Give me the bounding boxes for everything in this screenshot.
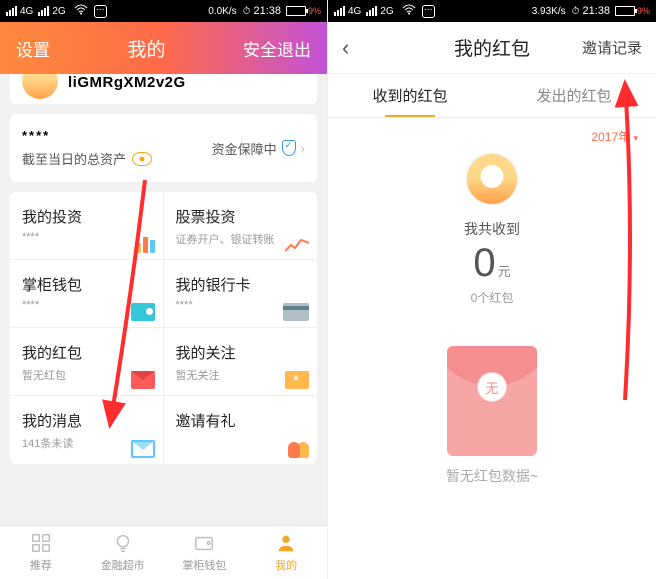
cell-title: 我的关注: [176, 342, 306, 363]
cell-title: 我的消息: [22, 410, 151, 431]
network-label-2: 2G: [52, 6, 65, 17]
cell-red-packet[interactable]: 我的红包 暂无红包: [10, 328, 164, 396]
status-bar: 4G 2G 0.0K/s ⏱ 21:38 9%: [0, 0, 327, 22]
tab-bar: 推荐 金融超市 掌柜钱包 我的: [0, 525, 327, 579]
mail-icon: [131, 440, 155, 458]
alarm-icon: ⏱: [243, 6, 251, 17]
asset-label: 截至当日的总资产: [22, 149, 126, 168]
envelope-icon: [131, 371, 155, 389]
avatar-icon: [22, 74, 58, 99]
card-icon: [283, 303, 309, 321]
asset-card[interactable]: **** 截至当日的总资产 资金保障中 ›: [10, 114, 317, 182]
signal-icon-2: [38, 6, 49, 16]
tab-market[interactable]: 金融超市: [82, 526, 164, 579]
feature-grid: 我的投资 **** 股票投资 证券开户、银证转账 掌柜钱包 **** 我的银行卡…: [10, 192, 317, 464]
tab-label: 我的: [275, 557, 297, 573]
cell-bank-card[interactable]: 我的银行卡 ****: [164, 260, 318, 328]
trend-icon: [285, 237, 309, 253]
alarm-icon: ⏱: [572, 6, 580, 17]
cell-my-invest[interactable]: 我的投资 ****: [10, 192, 164, 260]
net-speed: 0.0K/s: [208, 6, 236, 17]
lightbulb-icon: [112, 532, 134, 554]
wallet-icon: [131, 303, 155, 321]
back-icon[interactable]: ‹: [342, 35, 349, 61]
tab-mine[interactable]: 我的: [245, 526, 327, 579]
battery-icon: [286, 6, 306, 16]
folder-star-icon: [285, 371, 309, 389]
network-label-1: 4G: [20, 6, 33, 17]
asset-amount-hidden: ****: [22, 128, 152, 143]
summary-block: 我共收到 0元 0个红包: [328, 147, 656, 326]
header: ‹ 我的红包 邀请记录: [328, 22, 656, 74]
seg-sent[interactable]: 发出的红包: [492, 74, 656, 117]
cell-title: 股票投资: [176, 206, 306, 227]
packet-count: 0个红包: [328, 289, 656, 306]
battery-icon: [615, 6, 635, 16]
grid-icon: [30, 532, 52, 554]
seg-received[interactable]: 收到的红包: [328, 74, 492, 117]
username: liGMRgXM2v2G: [68, 74, 186, 91]
amount-value: 0: [473, 241, 495, 285]
cell-title: 掌柜钱包: [22, 274, 151, 295]
guard-label: 资金保障中: [212, 139, 277, 158]
shield-icon: [282, 140, 296, 156]
wallet-tab-icon: [193, 532, 215, 554]
cell-title: 邀请有礼: [176, 410, 306, 431]
invite-log-link[interactable]: 邀请记录: [582, 37, 642, 58]
battery-pct: 9%: [637, 6, 650, 16]
amount-unit: 元: [498, 264, 511, 279]
network-label-2: 2G: [380, 6, 393, 17]
cell-title: 我的银行卡: [176, 274, 306, 295]
signal-icon-2: [366, 6, 377, 16]
header: 设置 我的 安全退出: [0, 22, 327, 74]
user-card[interactable]: liGMRgXM2v2G: [10, 74, 317, 104]
clock-time: 21:38: [582, 5, 610, 17]
network-label-1: 4G: [348, 6, 361, 17]
page-title: 我的红包: [454, 34, 530, 61]
tab-recommend[interactable]: 推荐: [0, 526, 82, 579]
message-icon: [94, 5, 107, 18]
eye-icon[interactable]: [132, 152, 152, 166]
page-title: 我的: [127, 35, 165, 62]
message-icon: [422, 5, 435, 18]
cell-stock-invest[interactable]: 股票投资 证券开户、银证转账: [164, 192, 318, 260]
tab-label: 金融超市: [101, 557, 145, 573]
status-bar: 4G 2G 3.93K/s ⏱ 21:38 9%: [328, 0, 656, 22]
empty-text: 暂无红包数据~: [328, 466, 656, 486]
battery-pct: 9%: [308, 6, 321, 16]
segment-control: 收到的红包 发出的红包: [328, 74, 656, 118]
tab-label: 掌柜钱包: [182, 557, 226, 573]
cell-title: 我的红包: [22, 342, 151, 363]
phone-right: 4G 2G 3.93K/s ⏱ 21:38 9% ‹ 我的红包 邀请记录 收到的…: [328, 0, 656, 579]
wifi-icon: [402, 4, 416, 18]
chevron-down-icon: ▾: [633, 133, 638, 143]
empty-coin-label: 无: [477, 372, 507, 402]
phone-left: 4G 2G 0.0K/s ⏱ 21:38 9% 设置 我的 安全退出 liGMR…: [0, 0, 328, 579]
clock-time: 21:38: [253, 5, 281, 17]
chevron-right-icon: ›: [301, 141, 305, 156]
tab-label: 推荐: [30, 557, 52, 573]
tab-wallet[interactable]: 掌柜钱包: [164, 526, 246, 579]
people-icon: [288, 442, 309, 458]
cell-messages[interactable]: 我的消息 141条未读: [10, 396, 164, 464]
wifi-icon: [74, 4, 88, 18]
year-filter[interactable]: 2017年 ▾: [328, 118, 656, 147]
year-label: 2017年: [591, 130, 630, 144]
avatar-icon: [466, 153, 518, 205]
signal-icon: [6, 6, 17, 16]
cell-invite[interactable]: 邀请有礼: [164, 396, 318, 464]
settings-link[interactable]: 设置: [16, 36, 50, 61]
person-icon: [275, 532, 297, 554]
logout-link[interactable]: 安全退出: [243, 36, 311, 61]
cell-sub: ****: [22, 231, 151, 243]
cell-follow[interactable]: 我的关注 暂无关注: [164, 328, 318, 396]
net-speed: 3.93K/s: [532, 6, 566, 17]
bars-icon: [136, 237, 155, 253]
cell-title: 我的投资: [22, 206, 151, 227]
summary-label: 我共收到: [328, 219, 656, 239]
cell-wallet[interactable]: 掌柜钱包 ****: [10, 260, 164, 328]
body: liGMRgXM2v2G **** 截至当日的总资产 资金保障中 ›: [0, 74, 327, 579]
empty-envelope-icon: 无: [447, 346, 537, 456]
signal-icon: [334, 6, 345, 16]
